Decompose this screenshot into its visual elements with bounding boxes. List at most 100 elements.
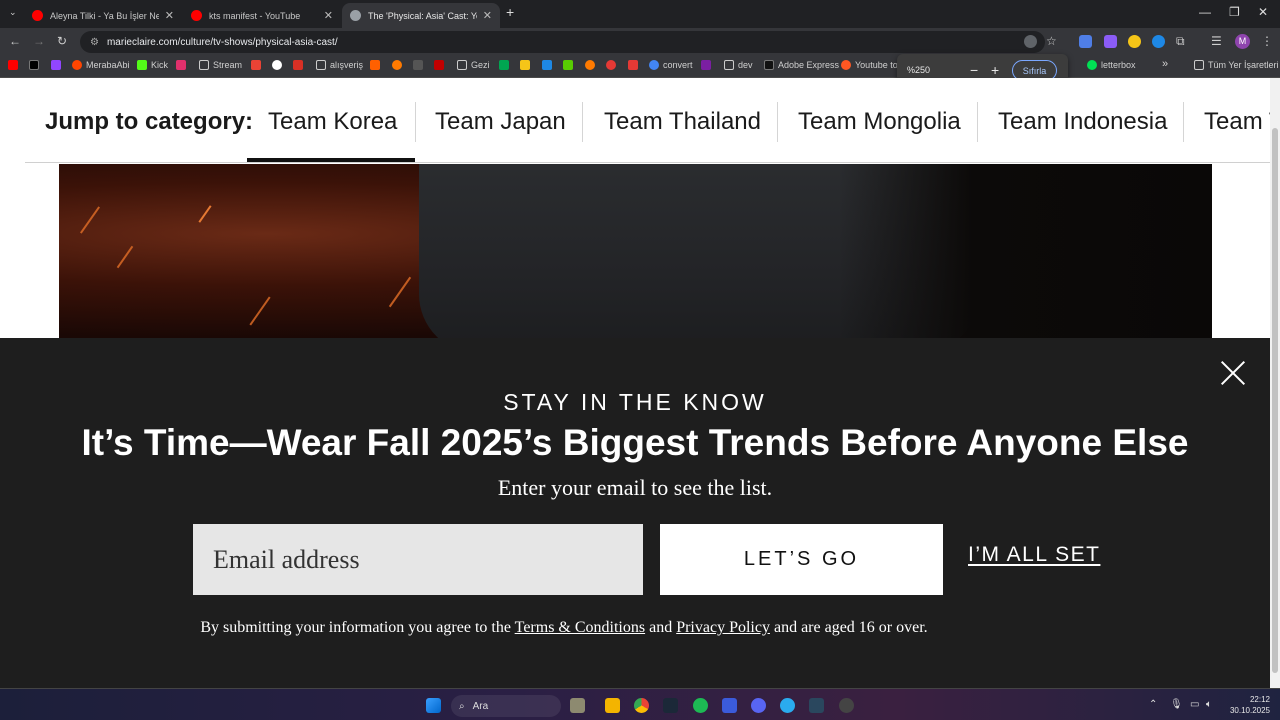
site-info-icon[interactable]: ⚙: [90, 37, 99, 48]
steam-app-icon[interactable]: [809, 698, 824, 713]
telegram-icon[interactable]: [780, 698, 795, 713]
bookmark-folder-gezi[interactable]: Gezi: [457, 60, 490, 70]
profile-avatar[interactable]: M: [1235, 34, 1250, 49]
spotify-icon[interactable]: [693, 698, 708, 713]
bookmark-green[interactable]: [563, 60, 577, 70]
bookmark-twitch[interactable]: [51, 60, 65, 70]
back-icon[interactable]: ←: [9, 34, 21, 48]
bookmark-red[interactable]: [434, 60, 448, 70]
taskbar-clock[interactable]: 22:12 30.10.2025: [1222, 694, 1270, 716]
file-explorer-icon[interactable]: [605, 698, 620, 713]
bookmark-flag[interactable]: [499, 60, 513, 70]
media-player-icon[interactable]: [722, 698, 737, 713]
bookmark-kick[interactable]: Kick: [137, 60, 168, 70]
bookmark-x[interactable]: [29, 60, 43, 70]
tab-search-icon[interactable]: ⌄: [9, 7, 17, 18]
close-icon[interactable]: [1220, 360, 1246, 386]
tab-aleyna-tilki[interactable]: Aleyna Tilki - Ya Bu İşler Ne ( Vi ✕: [24, 3, 182, 28]
bookmark-blue[interactable]: [542, 60, 556, 70]
reading-list-icon[interactable]: ☰: [1211, 34, 1222, 48]
terms-link[interactable]: Terms & Conditions: [515, 619, 645, 636]
settings-app-icon[interactable]: [839, 698, 854, 713]
category-team-thailand[interactable]: Team Thailand: [604, 108, 761, 136]
bookmark-p[interactable]: [392, 60, 406, 70]
extensions-icon[interactable]: ⧉: [1176, 34, 1185, 49]
scrollbar-thumb[interactable]: [1272, 128, 1278, 673]
translate-extension-icon[interactable]: [1079, 35, 1092, 48]
tab-physical-asia[interactable]: The 'Physical: Asia' Cast: Your G ✕: [342, 3, 500, 28]
close-window-icon[interactable]: ✕: [1258, 5, 1268, 19]
category-team-japan[interactable]: Team Japan: [435, 108, 566, 136]
display-icon[interactable]: ▭: [1190, 699, 1199, 710]
bookmark-folder-dev[interactable]: dev: [724, 60, 753, 70]
bookmark-merabaabi[interactable]: MerabaAbi: [72, 60, 130, 70]
bookmark-hb[interactable]: [370, 60, 384, 70]
reload-icon[interactable]: ↻: [57, 34, 67, 48]
taskbar-search[interactable]: ⌕ Ara: [451, 695, 561, 717]
bookmark-red-x[interactable]: [628, 60, 642, 70]
microphone-icon[interactable]: 🎙︎: [1170, 699, 1183, 710]
minimize-icon[interactable]: —: [1199, 5, 1211, 19]
red-icon: [434, 60, 444, 70]
bookmark-gmail[interactable]: [251, 60, 265, 70]
category-team-t[interactable]: Team T: [1204, 108, 1270, 136]
steam-icon[interactable]: [663, 698, 678, 713]
lets-go-button[interactable]: LET’S GO: [660, 524, 943, 595]
windows-start-icon[interactable]: [426, 698, 441, 713]
pen-extension-icon[interactable]: [1104, 35, 1117, 48]
volume-icon[interactable]: 🔈︎: [1206, 699, 1212, 710]
forward-icon[interactable]: →: [33, 34, 45, 48]
bookmark-label: Adobe Express: [778, 60, 840, 70]
discord-icon[interactable]: [751, 698, 766, 713]
menu-icon[interactable]: ⋮: [1261, 34, 1273, 48]
folder-icon: [724, 60, 734, 70]
bookmark-youtube-to[interactable]: Youtube to: [841, 60, 898, 70]
coin-extension-icon[interactable]: [1128, 35, 1141, 48]
bookmark-k[interactable]: [413, 60, 427, 70]
bookmark-folder-stream[interactable]: Stream: [199, 60, 242, 70]
close-tab-icon[interactable]: ✕: [324, 9, 333, 22]
bookmark-convert[interactable]: convert: [649, 60, 693, 70]
close-tab-icon[interactable]: ✕: [483, 9, 492, 22]
tray-chevron-icon[interactable]: ⌃: [1149, 699, 1157, 710]
clock-date: 30.10.2025: [1229, 706, 1270, 715]
hero-spark: [198, 205, 212, 223]
bookmark-t[interactable]: [520, 60, 534, 70]
category-team-korea[interactable]: Team Korea: [268, 108, 397, 136]
vpn-extension-icon[interactable]: [1152, 35, 1165, 48]
close-tab-icon[interactable]: ✕: [165, 9, 174, 22]
category-team-indonesia[interactable]: Team Indonesia: [998, 108, 1167, 136]
more-bookmarks-button[interactable]: »: [1162, 58, 1168, 70]
page-scrollbar[interactable]: [1270, 78, 1280, 688]
tab-kts-manifest[interactable]: kts manifest - YouTube ✕: [183, 3, 341, 28]
widget-icon[interactable]: [570, 698, 585, 713]
address-bar[interactable]: ⚙ marieclaire.com/culture/tv-shows/physi…: [80, 31, 1045, 53]
restore-icon[interactable]: ❐: [1229, 5, 1240, 19]
bookmark-orange[interactable]: [585, 60, 599, 70]
bookmark-letterbox[interactable]: letterbox: [1087, 60, 1136, 70]
bookmark-github[interactable]: [272, 60, 286, 70]
zoom-out-button[interactable]: −: [970, 62, 978, 78]
im-all-set-link[interactable]: I’M ALL SET: [968, 543, 1100, 567]
bookmark-folder-alisveris[interactable]: alışveriş: [316, 60, 363, 70]
bookmark-star-icon[interactable]: ☆: [1046, 34, 1057, 48]
new-tab-button[interactable]: +: [506, 4, 514, 20]
bookmark-crimson[interactable]: [606, 60, 620, 70]
category-divider: [777, 102, 778, 142]
zoom-icon[interactable]: [1024, 35, 1037, 48]
bookmark-adobe-express[interactable]: Adobe Express: [764, 60, 839, 70]
zoom-in-button[interactable]: +: [991, 62, 999, 78]
youtube-icon: [32, 10, 43, 21]
chrome-icon[interactable]: [634, 698, 649, 713]
bookmark-instagram[interactable]: [176, 60, 190, 70]
bookmark-all-bookmarks[interactable]: Tüm Yer İşaretleri: [1194, 60, 1279, 70]
category-team-mongolia[interactable]: Team Mongolia: [798, 108, 961, 136]
email-field[interactable]: [193, 524, 643, 595]
url-text[interactable]: marieclaire.com/culture/tv-shows/physica…: [107, 37, 338, 48]
bookmark-purple[interactable]: [701, 60, 715, 70]
bookmark-mail[interactable]: [293, 60, 307, 70]
instagram-icon: [176, 60, 186, 70]
bookmark-youtube[interactable]: [8, 60, 22, 70]
tab-title: Aleyna Tilki - Ya Bu İşler Ne ( Vi: [50, 10, 159, 21]
privacy-link[interactable]: Privacy Policy: [676, 619, 770, 636]
